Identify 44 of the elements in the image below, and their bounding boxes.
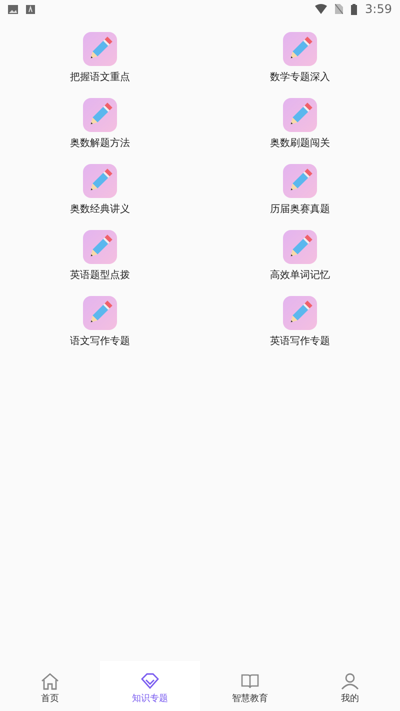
pencil-icon — [283, 164, 317, 198]
topic-label: 语文写作专题 — [70, 334, 130, 348]
pencil-icon — [283, 32, 317, 66]
topic-label: 高效单词记忆 — [270, 268, 330, 282]
topic-label: 奥数经典讲义 — [70, 202, 130, 216]
topic-item[interactable]: 语文写作专题 — [0, 296, 200, 348]
pencil-icon — [83, 230, 117, 264]
wifi-icon — [315, 4, 328, 14]
topic-label: 奥数解题方法 — [70, 136, 130, 150]
battery-icon — [351, 4, 358, 14]
topic-label: 把握语文重点 — [70, 70, 130, 84]
topic-label: 英语写作专题 — [270, 334, 330, 348]
no-sim-icon — [335, 4, 344, 14]
nav-tab[interactable]: 知识专题 — [100, 661, 200, 711]
topic-item[interactable]: 英语写作专题 — [200, 296, 400, 348]
home-icon — [40, 672, 60, 690]
topic-label: 历届奥赛真题 — [270, 202, 330, 216]
image-icon — [8, 4, 18, 14]
topic-item[interactable]: 把握语文重点 — [0, 32, 200, 84]
topic-item[interactable]: 英语题型点拨 — [0, 230, 200, 282]
pencil-icon — [83, 296, 117, 330]
nav-tab[interactable]: 我的 — [300, 661, 400, 711]
nav-tab[interactable]: 首页 — [0, 661, 100, 711]
topic-item[interactable]: 数学专题深入 — [200, 32, 400, 84]
nav-tab[interactable]: 智慧教育 — [200, 661, 300, 711]
status-time: 3:59 — [365, 2, 392, 16]
topic-item[interactable]: 高效单词记忆 — [200, 230, 400, 282]
topic-label: 数学专题深入 — [270, 70, 330, 84]
pencil-icon — [83, 32, 117, 66]
topic-label: 英语题型点拨 — [70, 268, 130, 282]
topic-item[interactable]: 奥数解题方法 — [0, 98, 200, 150]
pencil-icon — [83, 164, 117, 198]
pencil-icon — [283, 98, 317, 132]
pencil-icon — [283, 296, 317, 330]
pencil-icon — [283, 230, 317, 264]
topic-label: 奥数刷题闯关 — [270, 136, 330, 150]
diamond-icon — [140, 672, 160, 690]
pencil-icon — [83, 98, 117, 132]
topic-item[interactable]: 奥数经典讲义 — [0, 164, 200, 216]
person-icon — [340, 672, 360, 690]
topic-item[interactable]: 奥数刷题闯关 — [200, 98, 400, 150]
notification-icon — [26, 4, 35, 14]
topic-item[interactable]: 历届奥赛真题 — [200, 164, 400, 216]
book-icon — [240, 672, 260, 690]
